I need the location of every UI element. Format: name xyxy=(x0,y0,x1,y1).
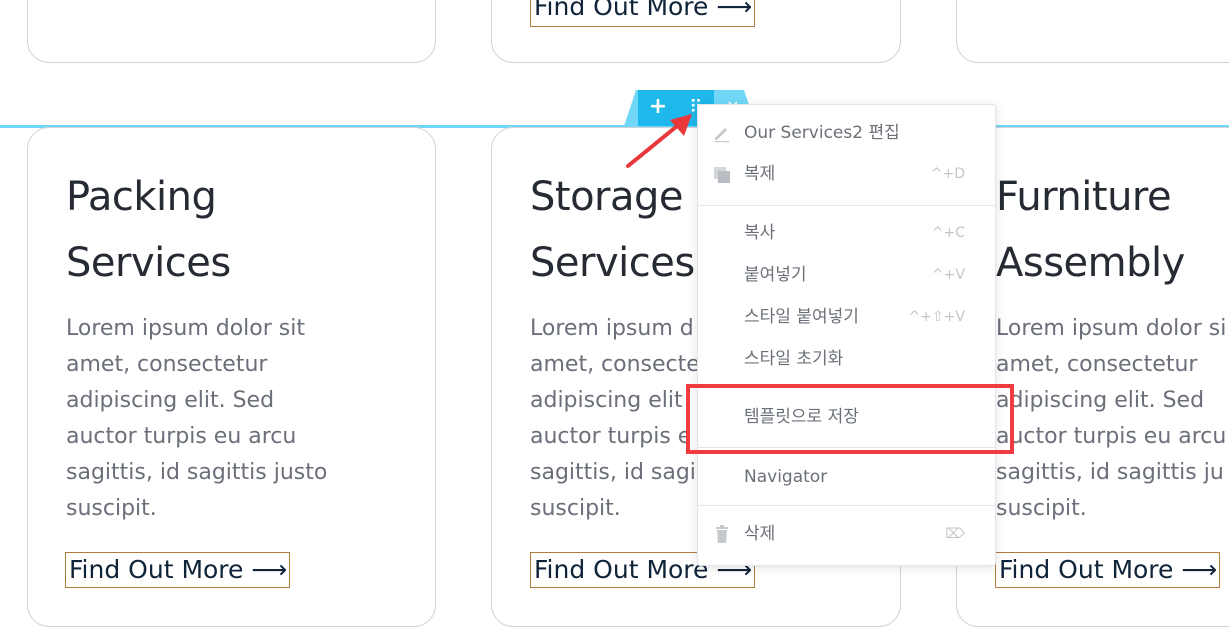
menu-item-reset-style[interactable]: 스타일 초기화 xyxy=(698,339,995,379)
card-title: Furniture Assembly xyxy=(996,174,1185,286)
card-title: Storage Services xyxy=(530,174,695,286)
service-card-packing: Packing Services Lorem ipsum dolor sit ame… xyxy=(27,127,436,627)
find-out-more-link[interactable]: Find Out More ⟶ xyxy=(65,552,290,588)
find-out-more-link[interactable]: Find Out More ⟶ xyxy=(530,0,755,27)
card-description: Lorem ipsum dolor sit amet, consectetur ad… xyxy=(66,316,328,521)
annotation-highlight-box xyxy=(686,384,1014,454)
menu-item-delete[interactable]: 삭제 ⌦ xyxy=(698,514,995,554)
card-title: Packing Services xyxy=(66,174,231,286)
menu-separator xyxy=(698,205,995,206)
menu-item-paste-style[interactable]: 스타일 붙여넣기 ^+⇧+V xyxy=(698,297,995,337)
menu-item-label: 삭제 xyxy=(744,524,776,544)
pencil-icon xyxy=(715,128,729,143)
menu-item-label: 복제 xyxy=(744,164,776,184)
menu-item-edit[interactable]: Our Services2 편집 xyxy=(698,113,995,153)
service-card-top-1 xyxy=(27,0,436,63)
menu-item-paste[interactable]: 붙여넣기 ^+V xyxy=(698,255,995,295)
menu-item-shortcut: ^+C xyxy=(931,225,965,241)
service-card-top-2: Find Out More ⟶ xyxy=(491,0,901,63)
service-card-furniture: Furniture Assembly Lorem ipsum dolor si am… xyxy=(956,127,1229,627)
menu-item-label: Our Services2 편집 xyxy=(744,123,900,143)
menu-item-shortcut: ^+V xyxy=(931,267,965,283)
card-description: Lorem ipsum dolor si amet, consectetur adi… xyxy=(996,316,1227,521)
menu-item-label: 스타일 초기화 xyxy=(744,349,844,369)
menu-item-copy[interactable]: 복사 ^+C xyxy=(698,213,995,253)
menu-item-label: 스타일 붙여넣기 xyxy=(744,307,859,327)
menu-item-label: 붙여넣기 xyxy=(744,265,807,285)
menu-item-label: 복사 xyxy=(744,223,776,243)
menu-item-label: Navigator xyxy=(744,467,828,487)
annotation-arrow-icon xyxy=(626,114,692,168)
service-card-top-3 xyxy=(956,0,1229,63)
delete-key-icon: ⌦ xyxy=(945,526,965,542)
menu-item-shortcut: ^+⇧+V xyxy=(908,309,966,325)
menu-separator xyxy=(698,505,995,506)
menu-item-navigator[interactable]: Navigator xyxy=(698,457,995,497)
find-out-more-link[interactable]: Find Out More ⟶ xyxy=(995,552,1220,588)
duplicate-icon xyxy=(714,167,730,183)
menu-item-shortcut: ^+D xyxy=(930,166,965,182)
context-menu: Our Services2 편집 복제 ^+D 복사 ^+C 붙여넣기 ^+V … xyxy=(697,104,996,566)
menu-item-duplicate[interactable]: 복제 ^+D xyxy=(698,154,995,194)
trash-icon xyxy=(716,525,728,543)
